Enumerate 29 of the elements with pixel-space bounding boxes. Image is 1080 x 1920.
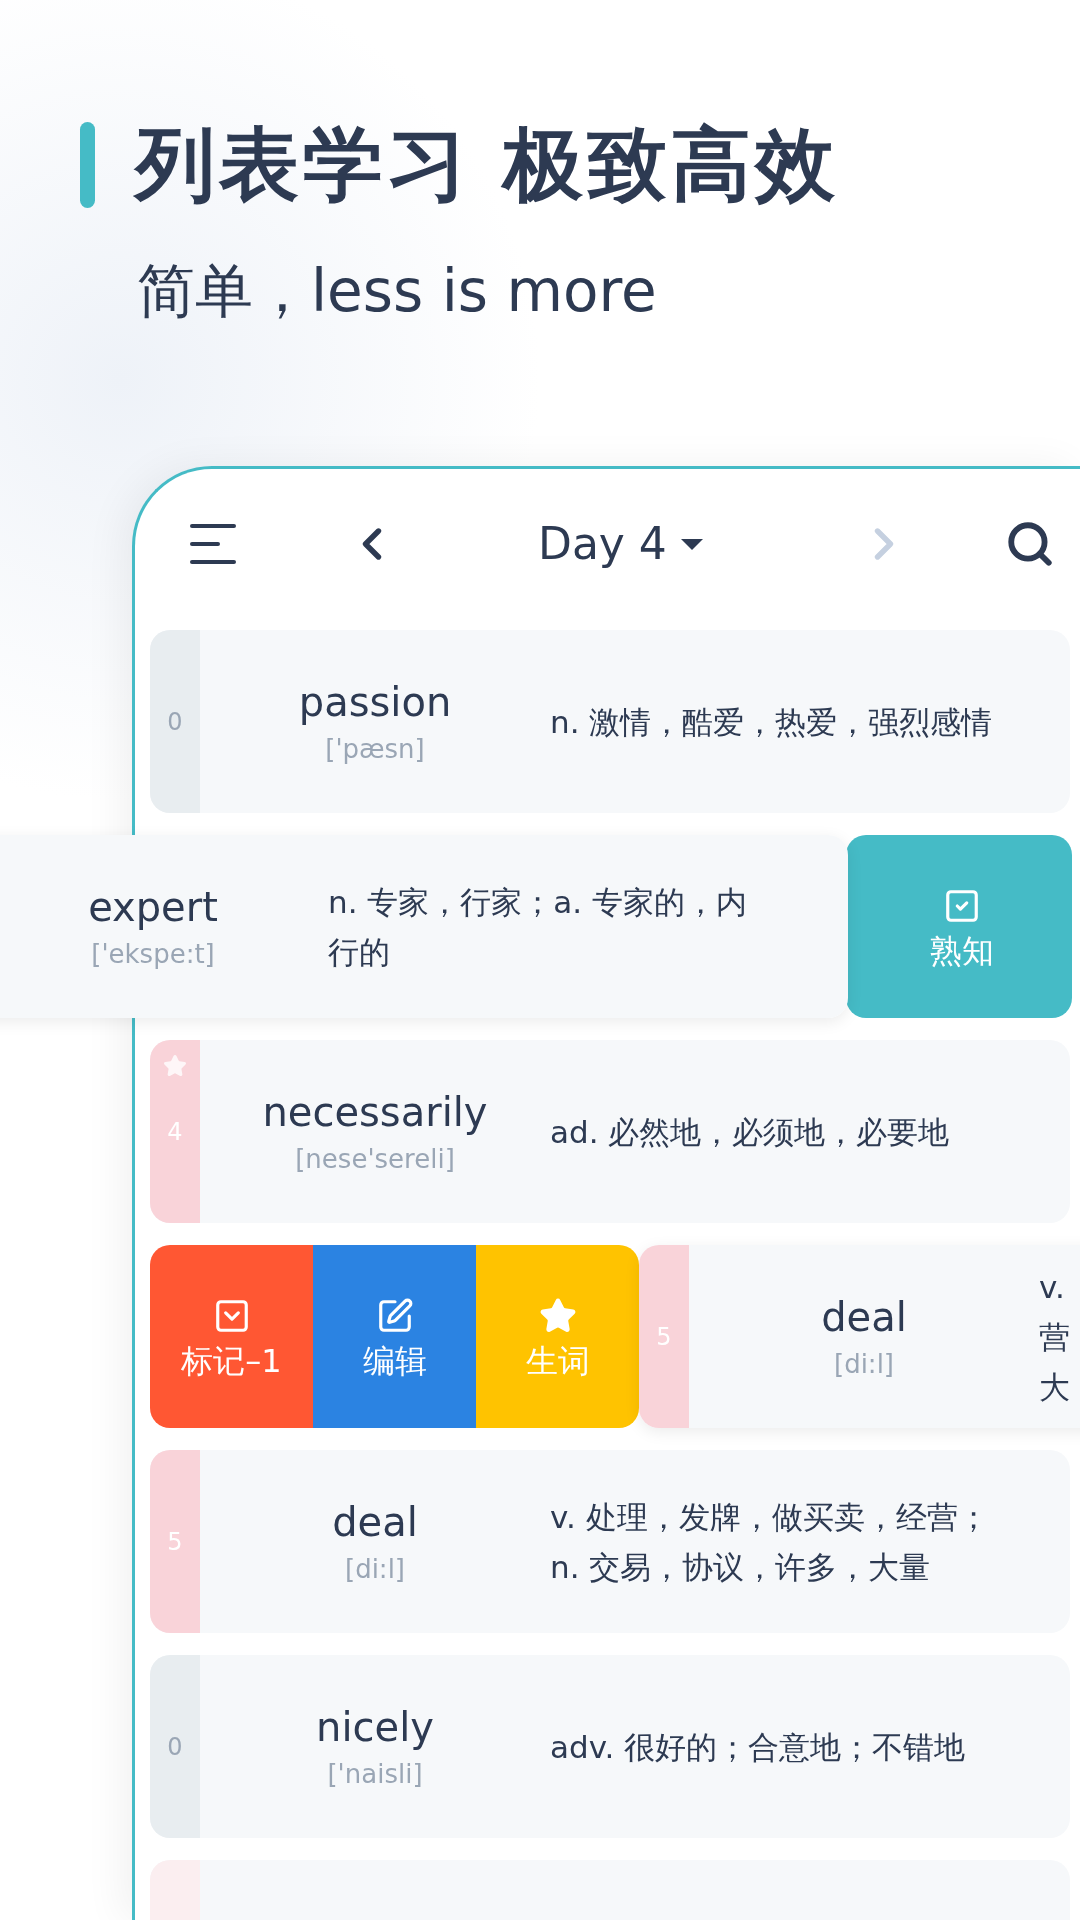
subtitle: 简单，less is more — [137, 257, 657, 325]
edit-button[interactable]: 编辑 — [313, 1245, 476, 1428]
word-card[interactable]: 0 nicely ['naisli] adv. 很好的；合意地；不错地 — [150, 1655, 1070, 1838]
phonetic: [di:l] — [834, 1350, 894, 1377]
definition: v. — [1039, 1267, 1066, 1307]
search-button[interactable] — [1005, 519, 1055, 569]
menu-icon — [190, 524, 238, 564]
phonetic: [di:l] — [345, 1555, 405, 1582]
phonetic: ['pæsn] — [325, 735, 425, 762]
review-count: 0 — [167, 1731, 183, 1763]
word: deal — [821, 1296, 907, 1337]
phonetic: [nese'sereli] — [295, 1145, 455, 1172]
day-selector[interactable]: Day 4 — [538, 511, 703, 577]
definition: adv. 很好的；合意地；不错地 — [550, 1727, 967, 1767]
definition: v. 处理，发牌，做买卖，经营；n. 交易，协议，许多，大量 — [550, 1497, 990, 1587]
phonetic: ['ekspe:t] — [91, 940, 215, 967]
word: deal — [332, 1501, 418, 1542]
definition: 大 — [1039, 1367, 1071, 1407]
review-count: 0 — [167, 706, 183, 738]
definition: 营 — [1039, 1317, 1071, 1357]
word-card[interactable]: expert ['ekspe:t] n. 专家，行家；a. 专家的，内行的 — [0, 835, 848, 1018]
definition: ad. 必然地，必须地，必要地 — [550, 1112, 951, 1152]
phonetic: ['naisli] — [327, 1760, 423, 1787]
caret-icon — [680, 538, 703, 550]
star-icon — [163, 1054, 187, 1078]
star-icon — [538, 1296, 577, 1335]
definition: n. 专家，行家；a. 专家的，内行的 — [328, 882, 749, 972]
definition: n. 激情，酷爱，热爱，强烈感情 — [550, 702, 994, 742]
word-card[interactable]: 0 passion ['pæsn] n. 激情，酷爱，热爱，强烈感情 — [150, 630, 1070, 813]
